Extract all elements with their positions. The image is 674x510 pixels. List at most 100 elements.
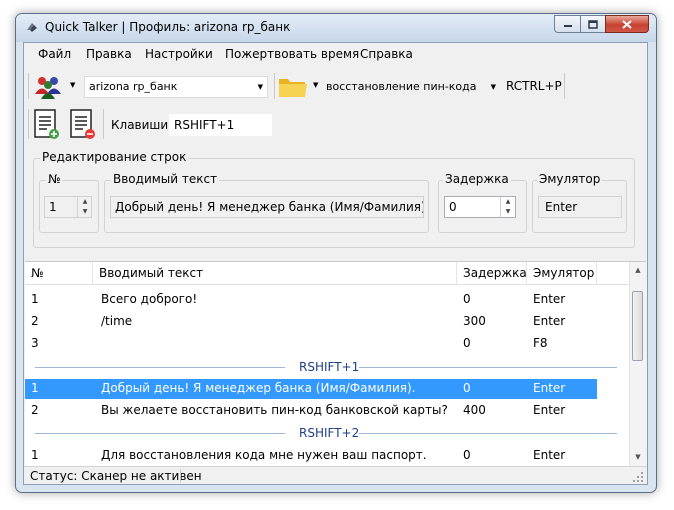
table-row[interactable]: 3 0 F8 [25,333,629,355]
scroll-up-icon[interactable]: ▲ [630,262,646,279]
profile-select[interactable]: arizona rp_банк ▼ [84,76,268,98]
cell-number: 1 [31,448,39,462]
status-text: Статус: Сканер не активен [30,469,202,483]
cell-delay: 300 [463,314,486,328]
cell-text: Добрый день! Я менеджер банка (Имя/Фамил… [101,381,416,395]
group-title: RSHIFT+2 [299,426,360,440]
table-row[interactable]: 2 Вы желаете восстановить пин-код банков… [25,400,629,422]
table-row[interactable]: 1 Всего доброго! 0 Enter [25,289,629,311]
cell-number: 3 [31,336,39,350]
column-header-text[interactable]: Вводимый текст [93,262,457,284]
group-title: RSHIFT+1 [299,360,360,374]
list-header: № Вводимый текст Задержка Эмулятор [25,262,629,285]
cell-emulator: Enter [533,381,566,395]
cell-emulator: Enter [533,292,566,306]
folder-icon[interactable] [278,75,308,99]
cell-number: 2 [31,403,39,417]
text-label: Вводимый текст [111,172,220,186]
app-window: Quick Talker | Профиль: arizona rp_банк … [15,13,657,493]
edit-lines-title: Редактирование строк [40,150,189,164]
window-title: Quick Talker | Профиль: arizona rp_банк [45,20,291,34]
spin-down-icon[interactable]: ▼ [501,207,515,217]
menu-edit[interactable]: Правка [86,47,132,61]
category-hotkey: RCTRL+P [506,79,562,93]
spin-up-icon[interactable]: ▲ [78,197,92,207]
delay-group: Задержка 0 ▲ ▼ [438,172,527,233]
profile-toolbar: ▼ arizona rp_банк ▼ ▼ восстановление пин… [24,69,647,103]
keys-input[interactable]: RSHIFT+1 [169,114,272,136]
menu-donate-time[interactable]: Пожертвовать время [225,47,359,61]
table-row[interactable]: 2 /time 300 Enter [25,311,629,333]
menu-file[interactable]: Файл [38,47,71,61]
profile-dropdown-arrow-icon[interactable]: ▼ [70,81,75,89]
cell-emulator: Enter [533,448,566,462]
cell-delay: 400 [463,403,486,417]
cell-emulator: Enter [533,403,566,417]
cell-number: 1 [31,381,39,395]
title-bar[interactable]: Quick Talker | Профиль: arizona rp_банк [16,14,656,42]
chevron-down-icon: ▼ [490,83,496,91]
cell-delay: 0 [463,448,471,462]
delay-value: 0 [449,200,457,214]
number-label: № [46,172,63,186]
close-icon [622,19,632,29]
resize-grip-icon[interactable] [632,471,644,483]
number-value: 1 [49,200,57,214]
cell-text: Всего доброго! [101,292,198,306]
cell-delay: 0 [463,336,471,350]
users-icon[interactable] [33,74,65,100]
group-header[interactable]: RSHIFT+2 [25,423,629,443]
lines-list[interactable]: № Вводимый текст Задержка Эмулятор 1 Все… [25,261,646,466]
edit-lines-group: Редактирование строк № 1 ▲ ▼ Вводимый те… [33,150,635,248]
maximize-icon [588,19,598,29]
column-header-number[interactable]: № [25,262,93,284]
group-header[interactable]: RSHIFT+1 [25,357,629,377]
cell-emulator: F8 [533,336,548,350]
text-input[interactable]: Добрый день! Я менеджер банка (Имя/Фамил… [110,196,424,218]
table-row[interactable]: 1 Для восстановления кода мне нужен ваш … [25,445,629,466]
status-bar: Статус: Сканер не активен [24,466,647,485]
column-header-emulator[interactable]: Эмулятор [527,262,597,284]
emulator-label: Эмулятор [537,172,603,186]
spin-up-icon[interactable]: ▲ [501,197,515,207]
text-group: Вводимый текст Добрый день! Я менеджер б… [104,172,429,233]
emulator-group: Эмулятор Enter [532,172,627,233]
menu-help[interactable]: Справка [360,47,413,61]
cell-number: 2 [31,314,39,328]
minimize-icon [563,25,572,27]
spin-down-icon[interactable]: ▼ [78,207,92,217]
category-dropdown-arrow-icon[interactable]: ▼ [313,81,318,89]
scroll-thumb[interactable] [632,291,643,361]
minimize-button[interactable] [554,15,581,33]
table-row-selected[interactable]: 1 Добрый день! Я менеджер банка (Имя/Фам… [25,379,597,399]
category-select[interactable]: восстановление пин-кода ▼ [321,76,501,98]
menu-settings[interactable]: Настройки [145,47,213,61]
keys-label: Клавиши: [111,118,173,132]
delay-label: Задержка [443,172,511,186]
close-button[interactable] [605,15,649,33]
cell-emulator: Enter [533,314,566,328]
cell-number: 1 [31,292,39,306]
client-area: Файл Правка Настройки Пожертвовать время… [23,42,648,485]
emulator-input[interactable]: Enter [538,196,622,218]
number-spin-buttons[interactable]: ▲ ▼ [77,197,92,217]
number-group: № 1 ▲ ▼ [39,172,99,233]
cell-text: Для восстановления кода мне нужен ваш па… [101,448,427,462]
menu-bar: Файл Правка Настройки Пожертвовать время… [24,43,647,65]
column-header-delay[interactable]: Задержка [457,262,527,284]
vertical-scrollbar[interactable]: ▲ ▼ [629,262,646,466]
scroll-down-icon[interactable]: ▼ [630,449,646,466]
keys-toolbar: Клавиши: RSHIFT+1 [24,105,647,143]
profile-select-value: arizona rp_банк [89,80,178,93]
delay-spin-buttons[interactable]: ▲ ▼ [500,197,515,217]
app-icon [27,23,37,32]
cell-delay: 0 [463,292,471,306]
maximize-button[interactable] [580,15,606,33]
chevron-down-icon: ▼ [257,83,263,91]
add-document-icon[interactable] [33,109,61,141]
remove-document-icon[interactable] [69,109,97,141]
cell-text: Вы желаете восстановить пин-код банковск… [101,403,448,417]
category-select-value: восстановление пин-кода [326,80,477,93]
cell-delay: 0 [463,381,471,395]
cell-text: /time [101,314,133,328]
